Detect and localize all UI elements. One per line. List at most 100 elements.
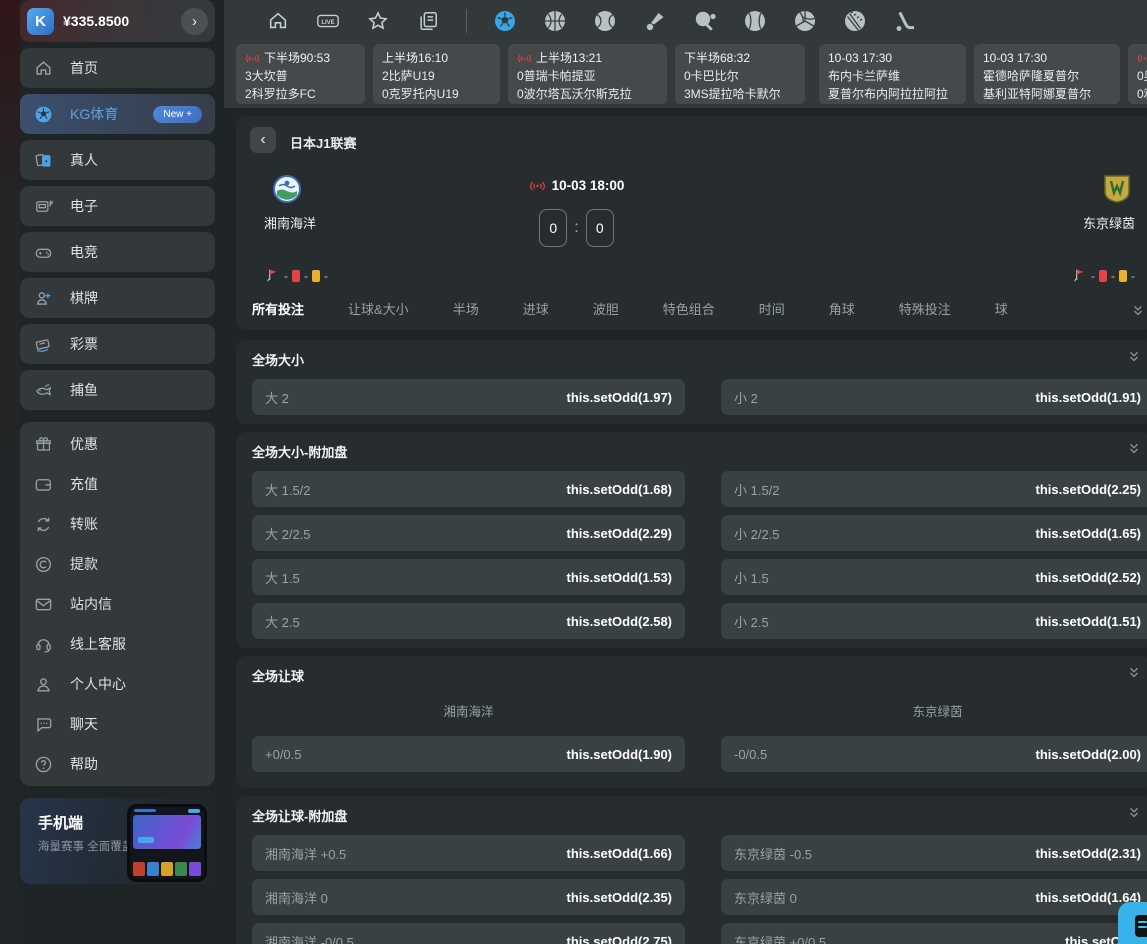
new-badge: New +	[153, 106, 202, 123]
badminton-icon[interactable]	[643, 9, 667, 33]
card-away: 夏普尔布内阿拉拉阿拉	[828, 85, 957, 103]
baseball-icon[interactable]	[743, 9, 767, 33]
hockey-icon[interactable]	[893, 9, 917, 33]
corner-flag-icon	[266, 268, 280, 283]
card-time: 下半场68:32	[684, 49, 750, 67]
odd-button[interactable]: 小 1.5/2this.setOdd(2.25)	[721, 471, 1147, 507]
match-card[interactable]: 下半场68:32 0卡巴比尔 3MS提拉哈卡默尔	[675, 44, 805, 104]
card-home: 3大坎普	[245, 67, 356, 85]
sidebar-item-profile[interactable]: 个人中心	[20, 664, 215, 704]
odd-button[interactable]: 湘南海洋 +0.5this.setOdd(1.66)	[252, 835, 685, 871]
svg-text:LIVE: LIVE	[321, 20, 334, 26]
live-icon[interactable]: LIVE	[316, 9, 340, 33]
stat-value: -	[284, 269, 288, 283]
odd-button[interactable]: +0/0.5this.setOdd(1.90)	[252, 736, 685, 772]
mobile-app-promo-card[interactable]: 手机端 海量赛事 全面覆盖!	[20, 798, 215, 884]
match-card[interactable]: 上半场13:21 0普瑞卡帕提亚 0波尔塔瓦沃尔斯克拉	[508, 44, 667, 104]
collapse-chevron-icon[interactable]	[1127, 350, 1141, 364]
sidebar-item-home[interactable]: 首页	[20, 48, 215, 88]
sidebar-item-chat[interactable]: 聊天	[20, 704, 215, 744]
tab-all-bets[interactable]: 所有投注	[252, 299, 304, 318]
sidebar-item-messages[interactable]: 站内信	[20, 584, 215, 624]
match-card[interactable]: 上半场16:10 2比萨U19 0克罗托内U19	[373, 44, 500, 104]
sidebar-item-withdraw[interactable]: 提款	[20, 544, 215, 584]
tab-overflow[interactable]: 球	[995, 299, 1008, 318]
sidebar-item-fishing[interactable]: 捕鱼	[20, 370, 215, 410]
sidebar-item-label: 电竞	[70, 242, 98, 262]
section-title: 全场大小-附加盘	[236, 432, 1147, 467]
brand-logo: K	[27, 8, 54, 35]
tab-time[interactable]: 时间	[759, 299, 785, 318]
sidebar-item-transfer[interactable]: 转账	[20, 504, 215, 544]
stat-value: -	[304, 269, 308, 283]
soccer-icon[interactable]	[493, 9, 517, 33]
sidebar-item-board-games[interactable]: 棋牌	[20, 278, 215, 318]
tabs-expand-chevron-icon[interactable]	[1131, 304, 1145, 318]
card-home: 0卡巴比尔	[684, 67, 796, 85]
table-tennis-icon[interactable]	[693, 9, 717, 33]
stat-value: -	[1091, 269, 1095, 283]
sidebar-item-live-casino[interactable]: 真人	[20, 140, 215, 180]
gamepad-icon	[33, 242, 53, 262]
home-icon[interactable]	[266, 9, 290, 33]
odd-button[interactable]: 大 1.5this.setOdd(1.53)	[252, 559, 685, 595]
collapse-chevron-icon[interactable]	[1127, 806, 1141, 820]
collapse-chevron-icon[interactable]	[1127, 442, 1141, 456]
tab-half[interactable]: 半场	[453, 299, 479, 318]
odd-button[interactable]: 湘南海洋 0this.setOdd(2.35)	[252, 879, 685, 915]
basketball-icon[interactable]	[543, 9, 567, 33]
odd-button[interactable]: 大 1.5/2this.setOdd(1.68)	[252, 471, 685, 507]
tab-goals[interactable]: 进球	[523, 299, 549, 318]
card-away: 基利亚特阿娜夏普尔	[983, 85, 1111, 103]
volleyball-icon[interactable]	[793, 9, 817, 33]
balance-expand-button[interactable]: ›	[181, 8, 208, 35]
withdraw-coin-icon	[33, 554, 53, 574]
floating-service-widget[interactable]	[1118, 902, 1147, 944]
sidebar-item-slots[interactable]: 电子	[20, 186, 215, 226]
back-button[interactable]: ‹	[250, 127, 276, 153]
sidebar-item-label: 个人中心	[70, 674, 126, 694]
sidebar-item-kg-sports[interactable]: KG体育 New +	[20, 94, 215, 134]
star-icon[interactable]	[366, 9, 390, 33]
odd-button[interactable]: 湘南海洋 -0/0.5this.setOdd(2.75)	[252, 923, 685, 944]
tab-corners[interactable]: 角球	[829, 299, 855, 318]
odd-button[interactable]: -0/0.5this.setOdd(2.00)	[721, 736, 1147, 772]
card-away: 0克罗托内U19	[382, 85, 491, 103]
odd-button[interactable]: 东京绿茵 0this.setOdd(1.64)	[721, 879, 1147, 915]
sidebar-item-deposit[interactable]: 充值	[20, 464, 215, 504]
live-indicator-icon	[529, 180, 546, 192]
odd-button[interactable]: 小 2/2.5this.setOdd(1.65)	[721, 515, 1147, 551]
tab-correct-score[interactable]: 波胆	[593, 299, 619, 318]
headset-icon	[33, 634, 53, 654]
odd-button[interactable]: 大 2.5this.setOdd(2.58)	[252, 603, 685, 639]
sidebar-item-help[interactable]: 帮助	[20, 744, 215, 784]
odd-button[interactable]: 小 1.5this.setOdd(2.52)	[721, 559, 1147, 595]
odd-button[interactable]: 小 2this.setOdd(1.91)	[721, 379, 1147, 415]
betslip-icon[interactable]	[416, 9, 440, 33]
score-separator: :	[574, 219, 578, 237]
match-card[interactable]: 上半场11:26 0奥洛莫茨U19 0利贝雷茨U19	[1128, 44, 1147, 104]
odd-button[interactable]: 大 2this.setOdd(1.97)	[252, 379, 685, 415]
match-card[interactable]: 10-03 17:30 布内卡兰萨维 夏普尔布内阿拉拉阿拉	[819, 44, 966, 104]
odd-button[interactable]: 大 2/2.5this.setOdd(2.29)	[252, 515, 685, 551]
away-score: 0	[586, 209, 614, 247]
match-card[interactable]: 下半场90:53 3大坎普 2科罗拉多FC	[236, 44, 365, 104]
cricket-icon[interactable]	[843, 9, 867, 33]
user-icon	[33, 674, 53, 694]
collapse-chevron-icon[interactable]	[1127, 666, 1141, 680]
tab-specials-combo[interactable]: 特色组合	[663, 299, 715, 318]
card-home: 2比萨U19	[382, 67, 491, 85]
tab-handicap-ou[interactable]: 让球&大小	[348, 299, 409, 318]
odd-button[interactable]: 东京绿茵 -0.5this.setOdd(2.31)	[721, 835, 1147, 871]
sidebar-item-lottery[interactable]: 彩票	[20, 324, 215, 364]
sidebar-item-customer-service[interactable]: 线上客服	[20, 624, 215, 664]
odd-button[interactable]: 东京绿茵 +0/0.5this.setOdd(	[721, 923, 1147, 944]
tab-special-bets[interactable]: 特殊投注	[899, 299, 951, 318]
sidebar-item-promotions[interactable]: 优惠	[20, 424, 215, 464]
balance-amount: ¥335.8500	[63, 13, 172, 29]
tennis-icon[interactable]	[593, 9, 617, 33]
sidebar-item-label: 转账	[70, 514, 98, 534]
odd-button[interactable]: 小 2.5this.setOdd(1.51)	[721, 603, 1147, 639]
sidebar-item-esports[interactable]: 电竞	[20, 232, 215, 272]
match-card[interactable]: 10-03 17:30 霍德哈萨隆夏普尔 基利亚特阿娜夏普尔	[974, 44, 1120, 104]
